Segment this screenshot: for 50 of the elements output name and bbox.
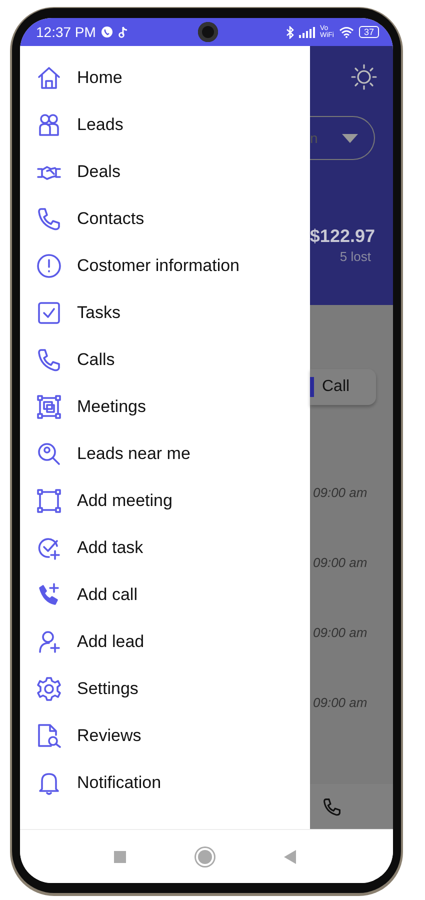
drawer-item[interactable]: Add meeting bbox=[20, 477, 310, 524]
info-icon bbox=[36, 252, 62, 278]
drawer-item[interactable]: Leads bbox=[20, 101, 310, 148]
drawer-item[interactable]: Leads near me bbox=[20, 430, 310, 477]
user-plus-icon bbox=[36, 628, 62, 654]
status-time: 12:37 PM bbox=[36, 24, 96, 40]
caret-icon bbox=[342, 134, 358, 142]
drawer-item[interactable]: Notification bbox=[20, 759, 310, 806]
drawer-item[interactable]: Home bbox=[20, 54, 310, 101]
recents-button[interactable] bbox=[114, 850, 126, 862]
signal-icon bbox=[298, 26, 315, 38]
location-search-icon bbox=[36, 440, 62, 466]
drawer-item[interactable]: Reviews bbox=[20, 712, 310, 759]
sun-icon[interactable] bbox=[351, 64, 377, 90]
lost-count: 5 lost bbox=[340, 249, 371, 264]
music-note-icon bbox=[118, 26, 128, 38]
drawer-item[interactable]: Contacts bbox=[20, 195, 310, 242]
camera-icon bbox=[198, 22, 218, 42]
document-search-icon bbox=[36, 722, 62, 748]
phone-plus-icon bbox=[36, 582, 62, 608]
amount-value: $122.97 bbox=[310, 226, 375, 247]
drawer-item[interactable]: Add lead bbox=[20, 618, 310, 665]
people-icon bbox=[36, 112, 62, 138]
home-button[interactable] bbox=[198, 850, 212, 864]
drawer-item[interactable]: Meetings bbox=[20, 383, 310, 430]
time-label: 09:00 am bbox=[312, 554, 368, 572]
phone-icon bbox=[36, 346, 62, 372]
phone-icon bbox=[36, 206, 62, 232]
drawer-item[interactable]: Tasks bbox=[20, 289, 310, 336]
time-label: 09:00 am bbox=[312, 624, 368, 642]
time-label: 09:00 am bbox=[312, 484, 368, 502]
frame-icon bbox=[36, 488, 62, 514]
drawer-item[interactable]: Costomer information bbox=[20, 242, 310, 289]
back-button[interactable] bbox=[284, 850, 296, 864]
settings-icon bbox=[36, 676, 62, 702]
frames-icon bbox=[36, 394, 62, 420]
drawer-item[interactable]: Add call bbox=[20, 571, 310, 618]
bluetooth-icon bbox=[286, 26, 294, 38]
home-icon bbox=[36, 64, 62, 90]
time-label: 09:00 am bbox=[312, 694, 368, 712]
wifi-icon bbox=[338, 26, 354, 38]
battery-indicator: 37 bbox=[358, 26, 379, 38]
call-button[interactable]: Call bbox=[310, 369, 376, 405]
drawer-item[interactable]: Calls bbox=[20, 336, 310, 383]
phone-icon[interactable] bbox=[322, 796, 342, 816]
drawer-item[interactable]: Settings bbox=[20, 665, 310, 712]
drawer-item[interactable]: Add task bbox=[20, 524, 310, 571]
checkbox-icon bbox=[36, 300, 62, 326]
whatsapp-icon bbox=[100, 26, 113, 38]
drawer-item[interactable]: Deals bbox=[20, 148, 310, 195]
